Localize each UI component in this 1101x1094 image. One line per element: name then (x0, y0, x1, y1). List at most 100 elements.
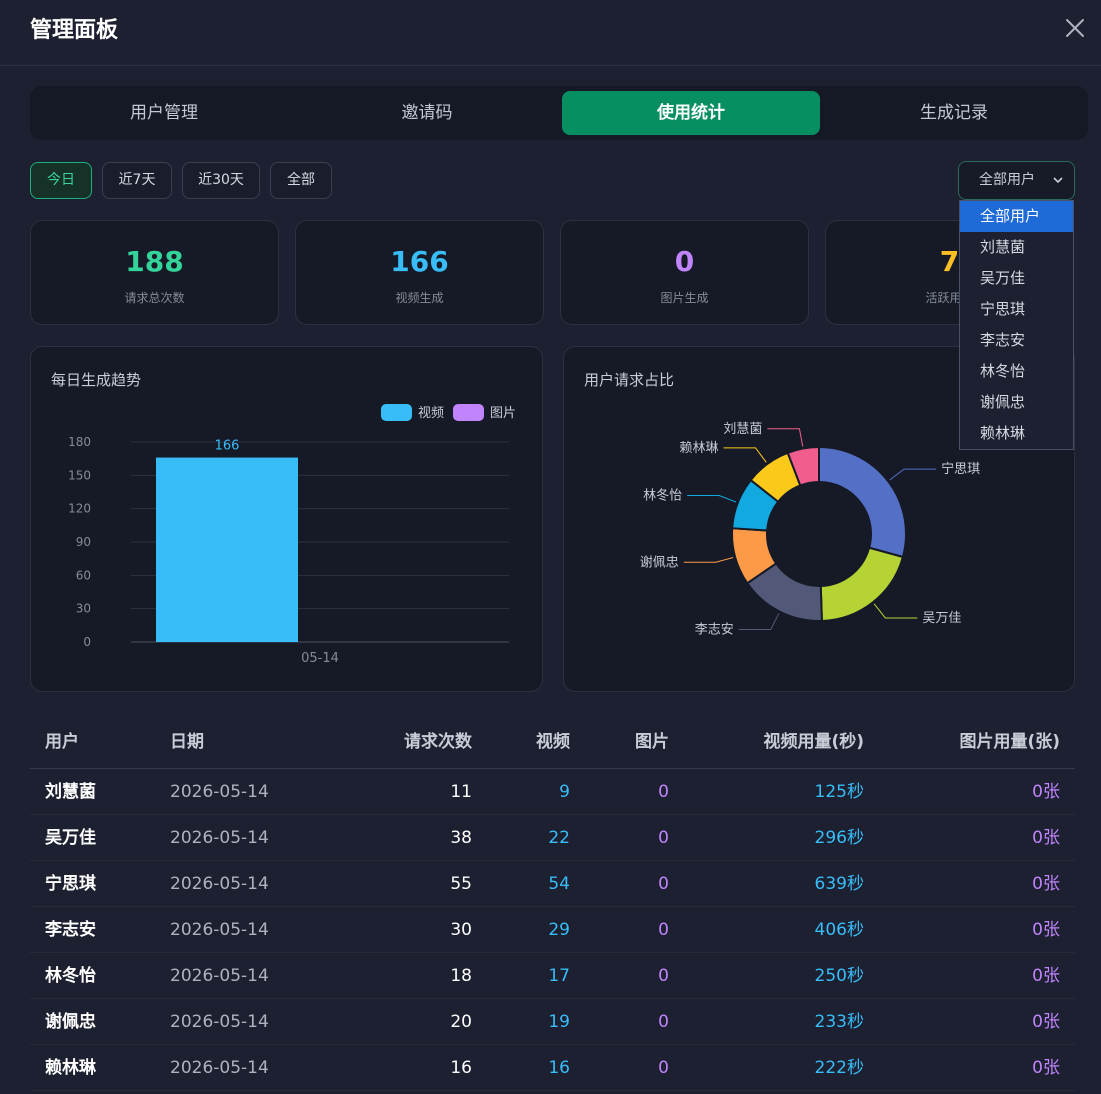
cell-image: 0 (658, 782, 669, 802)
tab-invite-codes[interactable]: 邀请码 (298, 91, 556, 135)
cell-date: 2026-05-14 (170, 1012, 269, 1032)
dropdown-option[interactable]: 宁思琪 (960, 294, 1073, 325)
cell-image-usage: 0张 (1032, 1012, 1060, 1032)
dropdown-option[interactable]: 赖林琳 (960, 418, 1073, 449)
y-tick-label: 180 (68, 435, 91, 449)
slice-label: 吴万佳 (922, 611, 961, 626)
filter-30days-button[interactable]: 近30天 (182, 162, 260, 199)
cell-video-usage: 639秒 (814, 874, 864, 894)
dropdown-option[interactable]: 李志安 (960, 325, 1073, 356)
y-tick-label: 30 (76, 602, 91, 616)
cell-user: 宁思琪 (45, 874, 96, 894)
filter-7days-button[interactable]: 近7天 (102, 162, 172, 199)
stat-value: 0 (674, 245, 695, 278)
dropdown-option[interactable]: 吴万佳 (960, 263, 1073, 294)
tab-generation-records[interactable]: 生成记录 (825, 91, 1083, 135)
page-title: 管理面板 (30, 18, 119, 43)
y-tick-label: 90 (76, 535, 91, 549)
y-tick-label: 120 (68, 502, 91, 516)
cell-requests: 16 (450, 1058, 472, 1078)
cell-video: 29 (548, 920, 570, 940)
leader-line (873, 603, 918, 619)
table-header: 用户 日期 请求次数 视频 图片 视频用量(秒) 图片用量(张) (30, 716, 1075, 769)
cell-requests: 30 (450, 920, 472, 940)
slice-label: 李志安 (695, 622, 734, 637)
cell-image: 0 (658, 1058, 669, 1078)
slice-label: 林冬怡 (643, 488, 682, 504)
stat-value: 188 (125, 245, 184, 278)
table-body: 刘慧菌 2026-05-14 11 9 0 125秒 0张 吴万佳 2026-05-14 38 22… (30, 769, 1075, 1091)
cell-user: 李志安 (45, 920, 96, 940)
cell-requests: 18 (450, 966, 472, 986)
cell-requests: 11 (450, 782, 472, 802)
cell-video-usage: 125秒 (814, 782, 864, 802)
cell-video-usage: 296秒 (814, 828, 864, 848)
dropdown-option[interactable]: 全部用户 (960, 201, 1073, 232)
table-row: 赖林琳 2026-05-14 16 16 0 222秒 0张 (30, 1045, 1075, 1091)
leader-line (889, 468, 937, 481)
stat-label: 请求总次数 (124, 291, 185, 305)
cell-user: 林冬怡 (45, 966, 96, 986)
tab-bar: 用户管理 邀请码 使用统计 生成记录 (30, 86, 1088, 140)
cell-video: 19 (548, 1012, 570, 1032)
col-header-date: 日期 (170, 732, 204, 752)
stat-card-image-generation: 0 图片生成 (560, 220, 809, 325)
close-icon[interactable] (1061, 14, 1089, 42)
user-select-dropdown: 全部用户 刘慧菌 吴万佳 宁思琪 李志安 林冬怡 谢佩忠 赖林琳 (959, 200, 1074, 450)
usage-table: 用户 日期 请求次数 视频 图片 视频用量(秒) 图片用量(张) 刘慧菌 2026… (30, 716, 1075, 1091)
stat-value: 166 (390, 245, 449, 278)
cell-image: 0 (658, 1012, 669, 1032)
dropdown-option[interactable]: 刘慧菌 (960, 232, 1073, 263)
cell-image-usage: 0张 (1032, 1058, 1060, 1078)
cell-image-usage: 0张 (1032, 920, 1060, 940)
cell-video: 16 (548, 1058, 570, 1078)
bar-video (156, 457, 298, 642)
dropdown-option[interactable]: 谢佩忠 (960, 387, 1073, 418)
slice-label: 宁思琪 (941, 461, 980, 477)
user-filter-select[interactable]: 全部用户 (958, 161, 1075, 200)
bar-data-label: 166 (215, 439, 240, 454)
chevron-down-icon (1053, 177, 1063, 184)
cell-date: 2026-05-14 (170, 1058, 269, 1078)
leader-line (683, 557, 734, 563)
daily-trend-chart-card: 每日生成趋势 0 30 60 90 120 150 180 166 05-14 视频 图片 (30, 346, 543, 692)
leader-line (738, 613, 780, 630)
cell-image-usage: 0张 (1032, 874, 1060, 894)
legend-swatch[interactable] (453, 404, 484, 421)
cell-image-usage: 0张 (1032, 966, 1060, 986)
cell-image-usage: 0张 (1032, 828, 1060, 848)
donut-slice[interactable] (818, 445, 907, 559)
cell-user: 刘慧菌 (45, 782, 96, 802)
leader-line (687, 495, 737, 503)
legend-label[interactable]: 视频 (418, 406, 444, 421)
donut-slice[interactable] (819, 546, 905, 622)
table-row: 宁思琪 2026-05-14 55 54 0 639秒 0张 (30, 861, 1075, 907)
filter-today-button[interactable]: 今日 (30, 162, 92, 199)
cell-date: 2026-05-14 (170, 782, 269, 802)
filter-all-button[interactable]: 全部 (270, 162, 332, 199)
col-header-video-usage: 视频用量(秒) (763, 732, 864, 752)
cell-date: 2026-05-14 (170, 966, 269, 986)
cell-image: 0 (658, 874, 669, 894)
table-row: 李志安 2026-05-14 30 29 0 406秒 0张 (30, 907, 1075, 953)
table-row: 刘慧菌 2026-05-14 11 9 0 125秒 0张 (30, 769, 1075, 815)
cell-video-usage: 222秒 (814, 1058, 864, 1078)
tab-user-management[interactable]: 用户管理 (35, 91, 293, 135)
dropdown-option[interactable]: 林冬怡 (960, 356, 1073, 387)
panel-header: 管理面板 (0, 0, 1101, 66)
y-tick-label: 0 (83, 635, 91, 649)
stat-label: 视频生成 (395, 291, 444, 305)
col-header-requests: 请求次数 (404, 732, 472, 752)
cell-video-usage: 406秒 (814, 920, 864, 940)
legend-swatch[interactable] (381, 404, 412, 421)
legend-label[interactable]: 图片 (490, 406, 516, 421)
slice-label: 谢佩忠 (640, 554, 679, 570)
cell-date: 2026-05-14 (170, 920, 269, 940)
cell-date: 2026-05-14 (170, 828, 269, 848)
cell-date: 2026-05-14 (170, 874, 269, 894)
cell-user: 谢佩忠 (45, 1012, 96, 1032)
col-header-user: 用户 (45, 732, 79, 752)
table-row: 林冬怡 2026-05-14 18 17 0 250秒 0张 (30, 953, 1075, 999)
tab-usage-stats[interactable]: 使用统计 (562, 91, 820, 135)
cell-video: 9 (559, 782, 570, 802)
